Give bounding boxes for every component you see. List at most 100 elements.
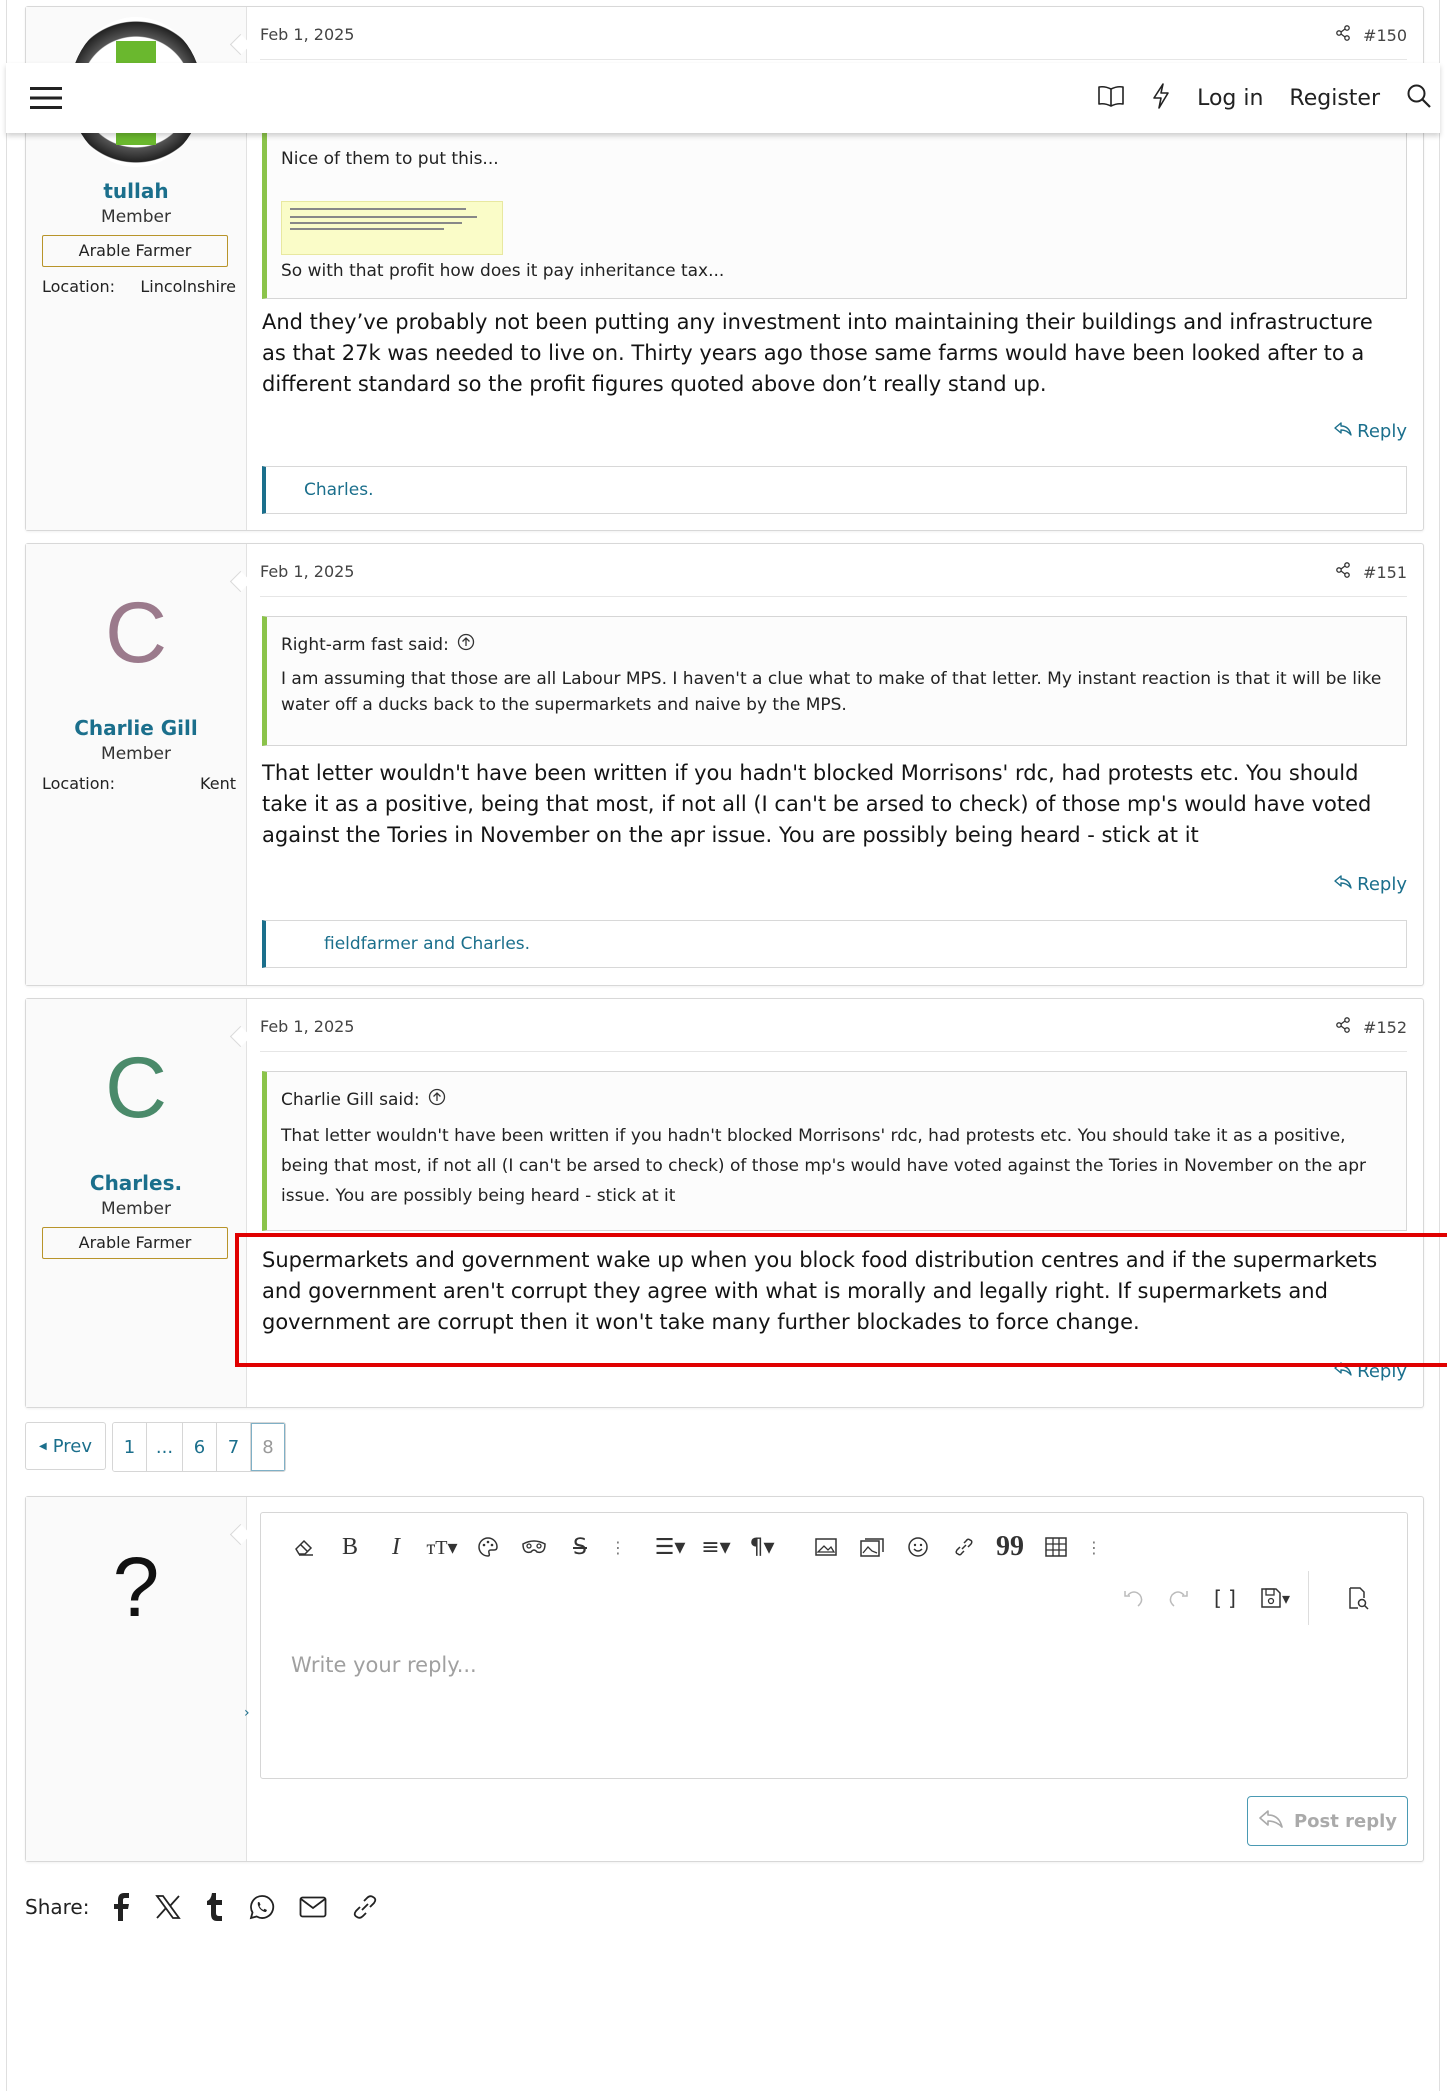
- reply-placeholder: Write your reply...: [291, 1653, 477, 1677]
- image-icon[interactable]: [803, 1529, 849, 1565]
- mask-icon[interactable]: [511, 1529, 557, 1565]
- post-number[interactable]: #151: [1363, 563, 1407, 582]
- palette-icon[interactable]: [465, 1529, 511, 1565]
- location-label: Location:: [42, 774, 116, 793]
- reply-label: Reply: [1357, 1361, 1407, 1382]
- quote-icon[interactable]: 99: [987, 1529, 1033, 1565]
- post-body: And they’ve probably not been putting an…: [262, 310, 1373, 396]
- quote-text-1: Nice of them to put this...: [281, 149, 499, 169]
- book-icon[interactable]: [1097, 84, 1125, 112]
- facebook-icon[interactable]: [113, 1893, 131, 1921]
- share-icon[interactable]: [1335, 562, 1351, 582]
- quoted-image[interactable]: [281, 201, 503, 255]
- reactions-bar[interactable]: Charles.: [262, 466, 1407, 514]
- avatar[interactable]: C: [26, 1045, 246, 1131]
- user-title: Member: [101, 1199, 171, 1219]
- reply-textarea[interactable]: Write your reply...: [291, 1653, 1387, 1764]
- expand-quote-icon[interactable]: [457, 633, 475, 656]
- align-icon[interactable]: ≡▾: [693, 1529, 739, 1565]
- post-date[interactable]: Feb 1, 2025: [260, 1017, 354, 1037]
- drafts-icon[interactable]: ▾: [1248, 1580, 1302, 1616]
- user-title: Member: [101, 744, 171, 764]
- user-location: Location: Kent: [42, 774, 236, 793]
- location-value: Kent: [200, 774, 236, 793]
- reactions-bar[interactable]: fieldfarmer and Charles.: [262, 920, 1407, 968]
- share-icon[interactable]: [1335, 25, 1351, 45]
- reply-label: Reply: [1357, 421, 1407, 442]
- page-8-current[interactable]: 8: [251, 1423, 285, 1471]
- post-reply-button[interactable]: Post reply: [1247, 1796, 1408, 1846]
- post-date[interactable]: Feb 1, 2025: [260, 562, 354, 582]
- chevron-right-icon[interactable]: ›: [244, 1705, 250, 1721]
- location-value: Lincolnshire: [140, 277, 236, 296]
- message-header: Feb 1, 2025 #151: [260, 562, 1407, 597]
- location-label: Location:: [42, 277, 116, 296]
- share-label: Share:: [25, 1895, 90, 1919]
- more-insert-options-icon[interactable]: ⋮: [1079, 1529, 1109, 1565]
- sticky-header: Log in Register: [6, 63, 1440, 133]
- caret-left-icon: ◀: [39, 1440, 47, 1452]
- eraser-icon[interactable]: [281, 1529, 327, 1565]
- username[interactable]: tullah: [26, 179, 246, 203]
- more-text-options-icon[interactable]: ⋮: [603, 1529, 633, 1565]
- post-number[interactable]: #152: [1363, 1018, 1407, 1037]
- quote-text-2: So with that profit how does it pay inhe…: [281, 261, 725, 281]
- post-number[interactable]: #150: [1363, 26, 1407, 45]
- redo-icon[interactable]: [1156, 1580, 1202, 1616]
- user-column: C Charlie Gill Member Location: Kent: [26, 544, 247, 985]
- reply-button[interactable]: Reply: [1333, 1361, 1407, 1382]
- reply-user-column: ? ›: [26, 1497, 250, 1861]
- username[interactable]: Charles.: [26, 1171, 246, 1195]
- page-6[interactable]: 6: [183, 1423, 217, 1471]
- share-icon[interactable]: [1335, 1017, 1351, 1037]
- page-ellipsis[interactable]: ...: [147, 1423, 183, 1471]
- reply-icon: [1258, 1809, 1284, 1834]
- post-date[interactable]: Feb 1, 2025: [260, 25, 354, 45]
- post-152: C Charles. Member Arable Farmer Feb 1, 2…: [25, 998, 1424, 1408]
- reply-button[interactable]: Reply: [1333, 874, 1407, 895]
- quote-author[interactable]: Charlie Gill said:: [281, 1090, 420, 1110]
- avatar[interactable]: C: [26, 590, 246, 676]
- preview-button[interactable]: [1308, 1571, 1407, 1625]
- bold-icon[interactable]: B: [327, 1529, 373, 1565]
- link-icon[interactable]: [941, 1529, 987, 1565]
- paragraph-icon[interactable]: ¶▾: [739, 1529, 785, 1565]
- code-toggle-icon[interactable]: [ ]: [1202, 1580, 1248, 1616]
- post-reply-label: Post reply: [1293, 1810, 1398, 1832]
- expand-quote-icon[interactable]: [428, 1088, 446, 1111]
- quote-text: That letter wouldn't have been written i…: [281, 1126, 1366, 1206]
- font-size-icon[interactable]: тT▾: [419, 1529, 465, 1565]
- register-link[interactable]: Register: [1289, 86, 1380, 111]
- reactions-users[interactable]: fieldfarmer and Charles.: [324, 934, 530, 954]
- page-1[interactable]: 1: [113, 1423, 147, 1471]
- table-icon[interactable]: [1033, 1529, 1079, 1565]
- email-icon[interactable]: [299, 1896, 327, 1918]
- italic-icon[interactable]: I: [373, 1529, 419, 1565]
- list-icon[interactable]: ☰▾: [647, 1529, 693, 1565]
- menu-icon[interactable]: [30, 85, 62, 115]
- login-link[interactable]: Log in: [1197, 86, 1263, 111]
- reply-icon: [1333, 874, 1353, 895]
- quote-author[interactable]: Right-arm fast said:: [281, 635, 449, 655]
- bolt-icon[interactable]: [1151, 83, 1171, 113]
- undo-icon[interactable]: [1110, 1580, 1156, 1616]
- smiley-icon[interactable]: [895, 1529, 941, 1565]
- link-icon[interactable]: [351, 1893, 379, 1921]
- post-body: That letter wouldn't have been written i…: [262, 761, 1372, 847]
- reply-editor: B I тT▾ S ⋮ ☰▾ ≡▾ ¶▾ 99 ⋮ [ ] ▾ Write yo…: [260, 1512, 1408, 1779]
- reactions-users[interactable]: Charles.: [304, 480, 374, 500]
- page-7[interactable]: 7: [217, 1423, 251, 1471]
- prev-label: Prev: [52, 1435, 92, 1457]
- editor-toolbar: B I тT▾ S ⋮ ☰▾ ≡▾ ¶▾ 99 ⋮: [281, 1529, 1109, 1565]
- reply-button[interactable]: Reply: [1333, 421, 1407, 442]
- strikethrough-icon[interactable]: S: [557, 1529, 603, 1565]
- user-banner: Arable Farmer: [42, 235, 228, 267]
- x-icon[interactable]: [155, 1895, 182, 1919]
- search-icon[interactable]: [1406, 83, 1432, 113]
- tumblr-icon[interactable]: [205, 1893, 225, 1921]
- prev-button[interactable]: ◀ Prev: [25, 1422, 106, 1470]
- reply-label: Reply: [1357, 874, 1407, 895]
- media-icon[interactable]: [849, 1529, 895, 1565]
- username[interactable]: Charlie Gill: [26, 716, 246, 740]
- whatsapp-icon[interactable]: [249, 1894, 275, 1920]
